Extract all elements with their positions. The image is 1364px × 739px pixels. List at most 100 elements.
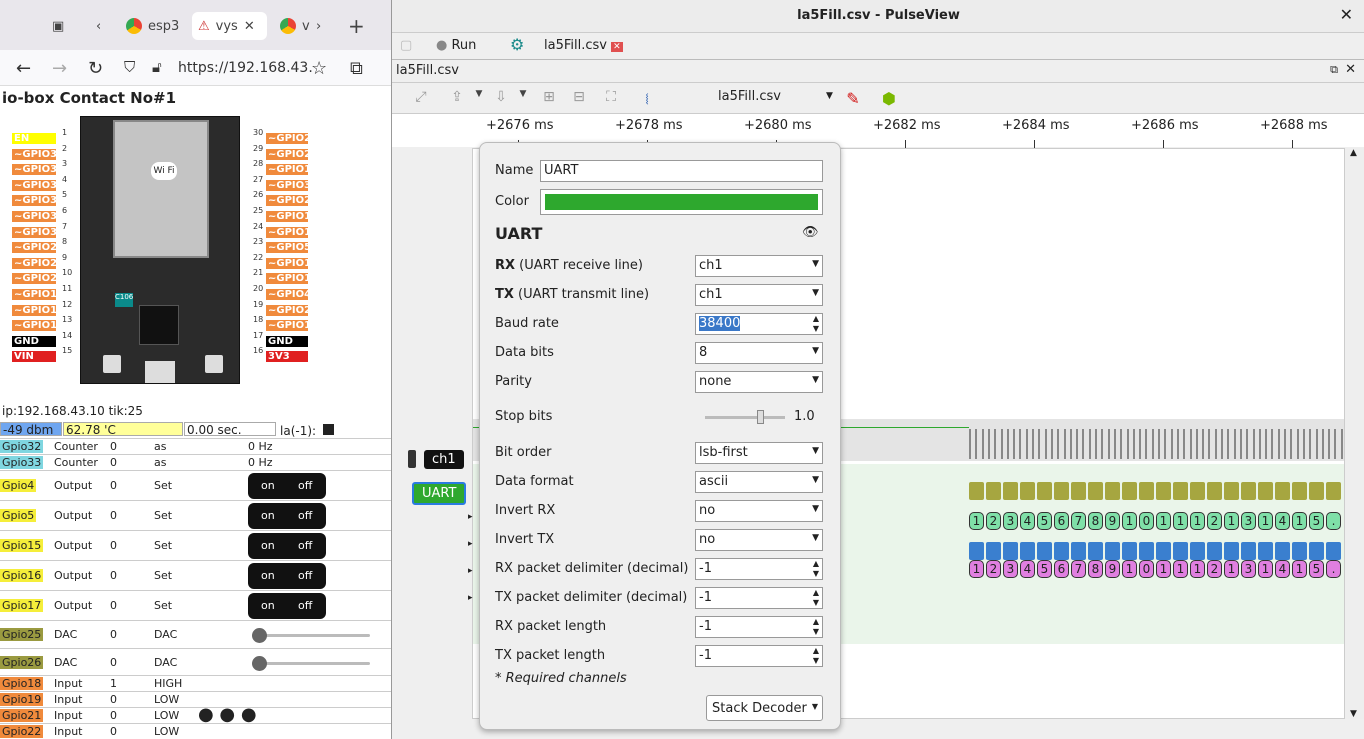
option-spinbox[interactable]: -1 ▲ ▼ bbox=[695, 587, 823, 609]
ch1-edge bbox=[1132, 429, 1135, 459]
bookmark-star-icon[interactable]: ☆ bbox=[311, 58, 327, 79]
tab-session[interactable]: la5Fill.csv ✕ bbox=[544, 38, 623, 53]
option-dropdown[interactable]: ch1 ▼ bbox=[695, 284, 823, 306]
option-dropdown[interactable]: 8 ▼ bbox=[695, 342, 823, 364]
pin-label-right: ~GPIO2 bbox=[266, 304, 312, 316]
time-tick-label: +2684 ms bbox=[1002, 118, 1070, 133]
option-spinbox[interactable]: 38400 ▲ ▼ bbox=[695, 313, 823, 335]
option-dropdown[interactable]: ascii ▼ bbox=[695, 471, 823, 493]
open-icon[interactable]: ⇪ bbox=[448, 89, 466, 107]
dropdown-arrow-icon: ▼ bbox=[812, 446, 819, 456]
gpio-unit: DAC bbox=[154, 628, 178, 641]
option-dropdown[interactable]: lsb-first ▼ bbox=[695, 442, 823, 464]
off-button[interactable]: off bbox=[298, 539, 312, 552]
show-hide-eye-icon[interactable]: 👁︎ bbox=[802, 225, 819, 240]
stop-bits-slider[interactable] bbox=[705, 410, 785, 424]
dac-slider[interactable] bbox=[252, 656, 370, 671]
ch1-handle[interactable] bbox=[408, 450, 416, 468]
new-tab-icon[interactable]: + bbox=[348, 12, 365, 40]
zoom-fit-icon[interactable]: ⛶ bbox=[602, 89, 620, 107]
spin-arrows-icon[interactable]: ▲ ▼ bbox=[813, 617, 819, 637]
off-button[interactable]: off bbox=[298, 479, 312, 492]
expand-arrow-icon[interactable]: ▸ bbox=[468, 593, 473, 603]
undock-icon[interactable]: ⧉ bbox=[1330, 63, 1338, 77]
save-dropdown-icon[interactable]: ▼ bbox=[514, 89, 532, 107]
pin-label-left: ~GPIO27 bbox=[12, 273, 65, 285]
lock-warning-icon[interactable]: 🔓︎ bbox=[152, 58, 162, 76]
tab-scroll-left-icon[interactable]: ‹ bbox=[96, 12, 101, 40]
browser-tab-1[interactable]: ⚠ vys ✕ bbox=[192, 12, 267, 40]
scroll-down-icon[interactable]: ▼ bbox=[1350, 709, 1357, 719]
pin-number-right: 24 bbox=[253, 221, 264, 231]
back-icon[interactable]: ← bbox=[16, 58, 31, 79]
reload-icon[interactable]: ↻ bbox=[88, 58, 103, 79]
device-dropdown-icon[interactable]: ▼ bbox=[826, 91, 833, 101]
zoom-icon[interactable]: ⤢ bbox=[412, 89, 430, 107]
spin-arrows-icon[interactable]: ▲ ▼ bbox=[813, 646, 819, 666]
forward-icon[interactable]: → bbox=[52, 58, 67, 79]
spin-arrows-icon[interactable]: ▲ ▼ bbox=[813, 314, 819, 334]
spin-arrows-icon[interactable]: ▲ ▼ bbox=[813, 588, 819, 608]
device-select[interactable]: la5Fill.csv bbox=[718, 89, 781, 104]
vertical-scrollbar[interactable]: ▲ ▼ bbox=[1344, 148, 1364, 719]
ch1-edge bbox=[1202, 429, 1205, 459]
expand-arrow-icon[interactable]: ▸ bbox=[468, 512, 473, 522]
url-field[interactable]: https://192.168.43. bbox=[178, 60, 313, 76]
scroll-up-icon[interactable]: ▲ bbox=[1350, 148, 1357, 158]
dac-slider[interactable] bbox=[252, 628, 370, 643]
option-spinbox[interactable]: -1 ▲ ▼ bbox=[695, 616, 823, 638]
add-decoder-icon[interactable]: ⬢ bbox=[880, 89, 898, 108]
new-session-icon[interactable]: ▢ bbox=[400, 38, 412, 53]
on-button[interactable]: on bbox=[261, 479, 275, 492]
slider-handle[interactable] bbox=[252, 656, 267, 671]
off-button[interactable]: off bbox=[298, 599, 312, 612]
stack-decoder-button[interactable]: Stack Decoder ▼ bbox=[706, 695, 823, 721]
off-button[interactable]: off bbox=[298, 509, 312, 522]
slider-handle[interactable] bbox=[757, 410, 764, 424]
expand-arrow-icon[interactable]: ▸ bbox=[468, 539, 473, 549]
zoom-out-icon[interactable]: ⊟ bbox=[570, 89, 588, 107]
on-button[interactable]: on bbox=[261, 509, 275, 522]
extensions-icon[interactable]: ⧉ bbox=[350, 58, 363, 79]
name-field[interactable]: UART bbox=[540, 160, 823, 182]
run-button[interactable]: ● Run bbox=[436, 38, 476, 53]
uart-annotation: 1 bbox=[1173, 560, 1188, 578]
save-icon[interactable]: ⇩ bbox=[492, 89, 510, 107]
on-button[interactable]: on bbox=[261, 599, 275, 612]
option-dropdown[interactable]: no ▼ bbox=[695, 500, 823, 522]
option-dropdown[interactable]: no ▼ bbox=[695, 529, 823, 551]
ch1-edge bbox=[1315, 429, 1318, 459]
option-dropdown[interactable]: none ▼ bbox=[695, 371, 823, 393]
option-spinbox[interactable]: -1 ▲ ▼ bbox=[695, 645, 823, 667]
tab-overview-icon[interactable]: ▣ bbox=[52, 12, 64, 40]
settings-gear-icon[interactable]: ⚙ bbox=[510, 35, 524, 54]
color-button[interactable] bbox=[540, 189, 823, 215]
shield-icon[interactable]: ⛉ bbox=[124, 58, 135, 76]
zoom-in-icon[interactable]: ⊞ bbox=[540, 89, 558, 107]
close-tab-icon[interactable]: ✕ bbox=[244, 19, 255, 34]
cursor-icon[interactable]: ⧙ bbox=[638, 89, 656, 108]
uart-label[interactable]: UART bbox=[412, 482, 467, 505]
option-spinbox[interactable]: -1 ▲ ▼ bbox=[695, 558, 823, 580]
open-dropdown-icon[interactable]: ▼ bbox=[470, 89, 488, 107]
slider-handle[interactable] bbox=[252, 628, 267, 643]
browser-tab-2[interactable]: v bbox=[280, 12, 320, 40]
pin-number-right: 18 bbox=[253, 315, 264, 325]
close-panel-icon[interactable]: ✕ bbox=[1345, 62, 1356, 77]
expand-arrow-icon[interactable]: ▸ bbox=[468, 566, 473, 576]
spin-arrows-icon[interactable]: ▲ ▼ bbox=[813, 559, 819, 579]
off-button[interactable]: off bbox=[298, 569, 312, 582]
close-session-icon[interactable]: ✕ bbox=[611, 42, 623, 52]
option-dropdown[interactable]: ch1 ▼ bbox=[695, 255, 823, 277]
close-window-icon[interactable]: ✕ bbox=[1340, 5, 1353, 24]
uart-annotation: 3 bbox=[1241, 512, 1256, 530]
tab-scroll-right-icon[interactable]: › bbox=[316, 12, 321, 40]
uart-annotation: 0 bbox=[1139, 512, 1154, 530]
on-button[interactable]: on bbox=[261, 569, 275, 582]
browser-tab-0[interactable]: esp3 bbox=[126, 12, 186, 40]
probe-icon[interactable]: ✎ bbox=[844, 89, 862, 108]
on-button[interactable]: on bbox=[261, 539, 275, 552]
ch1-label[interactable]: ch1 bbox=[424, 450, 464, 469]
uart-annotation: 5 bbox=[1309, 560, 1324, 578]
ch1-edge bbox=[1170, 429, 1173, 459]
